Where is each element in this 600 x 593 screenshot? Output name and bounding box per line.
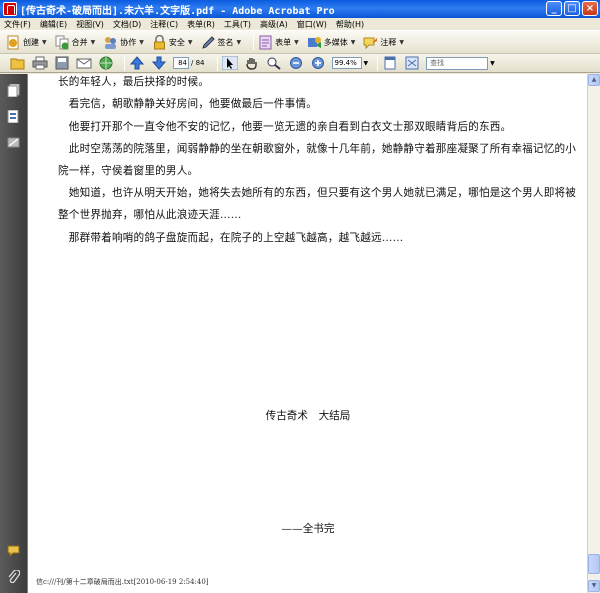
hand-tool-icon[interactable] [244, 56, 260, 70]
attachments-icon[interactable] [7, 569, 21, 584]
comment-icon [363, 35, 378, 50]
email-icon[interactable] [76, 56, 92, 70]
lock-icon [152, 34, 167, 50]
menu-edit[interactable]: 编辑(E) [40, 19, 67, 30]
print-icon[interactable] [32, 56, 48, 70]
chevron-down-icon: ▼ [399, 38, 404, 46]
multimedia-icon [307, 35, 322, 50]
maximize-button[interactable]: □ [564, 1, 580, 16]
sign-label: 签名 [217, 37, 234, 47]
chevron-down-icon: ▼ [350, 38, 356, 46]
toolbar-separator [253, 34, 255, 50]
chevron-down-icon: ▼ [42, 38, 47, 46]
combine-files-icon [55, 35, 70, 50]
menu-document[interactable]: 文档(D) [113, 19, 141, 30]
paragraph-line: 此时空荡荡的院落里，闻弱静静的坐在朝歌窗外，就像十几年前，她静静守着那座凝聚了所… [58, 143, 577, 155]
secure-label: 安全 [168, 37, 185, 47]
find-input[interactable]: 查找 [426, 56, 489, 70]
menu-bar: 文件(F) 编辑(E) 视图(V) 文档(D) 注释(C) 表单(R) 工具(T… [0, 18, 600, 30]
close-button[interactable]: × [582, 1, 598, 16]
pen-icon [201, 35, 216, 50]
pages-icon[interactable] [7, 83, 20, 98]
scroll-down-icon[interactable]: ▼ [588, 580, 600, 592]
full-screen-icon[interactable] [404, 56, 420, 70]
acrobat-app-icon[interactable] [3, 2, 17, 16]
menu-view[interactable]: 视图(V) [76, 19, 104, 30]
menu-help[interactable]: 帮助(H) [336, 19, 364, 30]
signatures-icon[interactable] [7, 136, 20, 149]
document-page[interactable]: 长的年轻人，最后抉择的时候。 看完信，朝歌静静关好房间，他要做最后一件事情。 他… [27, 74, 587, 593]
collaborate-icon [103, 35, 118, 50]
vertical-scrollbar[interactable]: ▲ ▼ [587, 74, 600, 593]
comment-button[interactable]: 注释 ▼ [363, 35, 404, 50]
menu-tools[interactable]: 工具(T) [224, 19, 251, 30]
paragraph-line: 看完信，朝歌静静关好房间，他要做最后一件事情。 [58, 98, 318, 110]
menu-window[interactable]: 窗口(W) [297, 19, 327, 30]
previous-page-icon[interactable] [129, 56, 145, 70]
toolbar-separator [377, 55, 379, 71]
combine-button[interactable]: 合并 ▼ [55, 35, 96, 50]
scroll-thumb[interactable] [588, 554, 600, 574]
multimedia-button[interactable]: 多媒体 ▼ [307, 35, 356, 50]
navigation-panel [0, 74, 27, 593]
navigation-toolbar: 84 / 84 99.4% ▼ 查找 ▼ [0, 54, 600, 73]
menu-advanced[interactable]: 高级(A) [260, 19, 288, 30]
save-icon[interactable] [54, 56, 70, 70]
paragraph-line: 长的年轻人，最后抉择的时候。 [58, 76, 210, 88]
toolbar-separator [216, 55, 218, 71]
forms-label: 表单 [275, 37, 292, 47]
minimize-button[interactable]: _ [546, 1, 562, 16]
next-page-icon[interactable] [151, 56, 167, 70]
menu-comments[interactable]: 注释(C) [150, 19, 178, 30]
scroll-up-icon[interactable]: ▲ [588, 74, 600, 86]
chevron-down-icon: ▼ [90, 38, 96, 46]
ending-title: 传古奇术 大结局 [265, 410, 351, 422]
paragraph-line: 整个世界抛弃，哪怕从此浪迹天涯…… [58, 209, 242, 221]
combine-label: 合并 [71, 37, 88, 47]
form-icon [258, 35, 273, 50]
paragraph-line: 院一样，守侯着窗里的男人。 [58, 165, 199, 177]
comment-label: 注释 [380, 37, 397, 47]
comments-panel-icon[interactable] [7, 544, 20, 558]
chevron-down-icon: ▼ [139, 38, 144, 46]
title-bar[interactable]: [传古奇术-破局而出].未六羊.文字版.pdf - Adobe Acrobat … [0, 0, 600, 18]
secure-button[interactable]: 安全 ▼ [152, 34, 193, 50]
paragraph-line: 他要打开那个一直令他不安的记忆，他要一览无遗的亲自看到白衣文士那双眼睛背后的东西… [58, 121, 512, 133]
forms-button[interactable]: 表单 ▼ [258, 35, 299, 50]
menu-forms[interactable]: 表单(R) [187, 19, 215, 30]
zoom-in-icon[interactable] [310, 56, 326, 70]
sign-button[interactable]: 签名 ▼ [201, 35, 242, 50]
tasks-toolbar: 创建 ▼ 合并 ▼ 协作 ▼ 安全 ▼ 签名 ▼ 表单 ▼ 多媒体 ▼ 注释 ▼ [0, 30, 600, 54]
find-dropdown-icon[interactable]: ▼ [490, 60, 495, 67]
create-pdf-icon [6, 35, 21, 50]
page-footer: 信c:///刊/第十二章破局而出.txt[2010-06-19 2:54:40] [36, 578, 209, 586]
toolbar-separator [124, 55, 125, 71]
ending-mark: ——全书完 [281, 523, 335, 535]
page-number-input[interactable]: 84 [173, 57, 189, 69]
create-button[interactable]: 创建 ▼ [6, 35, 47, 50]
create-label: 创建 [23, 37, 39, 47]
multimedia-label: 多媒体 [323, 37, 348, 47]
window-title: [传古奇术-破局而出].未六羊.文字版.pdf - Adobe Acrobat … [20, 5, 335, 17]
share-globe-icon[interactable] [98, 56, 114, 70]
chevron-down-icon: ▼ [187, 38, 193, 46]
collaborate-label: 协作 [120, 37, 137, 47]
menu-file[interactable]: 文件(F) [4, 19, 31, 30]
zoom-marquee-icon[interactable] [266, 56, 282, 70]
chevron-down-icon: ▼ [294, 38, 299, 46]
open-folder-icon[interactable] [10, 56, 26, 70]
select-cursor-icon[interactable] [221, 55, 238, 71]
paragraph-line: 她知道，也许从明天开始，她将失去她所有的东西，但只要有这个男人她就已满足，哪怕是… [58, 187, 577, 199]
collaborate-button[interactable]: 协作 ▼ [103, 35, 144, 50]
page-total: / 84 [191, 59, 205, 67]
zoom-out-icon[interactable] [288, 56, 304, 70]
bookmarks-icon[interactable] [7, 109, 20, 124]
fit-page-icon[interactable] [382, 56, 398, 70]
zoom-level-input[interactable]: 99.4% [331, 57, 362, 69]
chevron-down-icon: ▼ [236, 38, 242, 46]
zoom-dropdown-icon[interactable]: ▼ [364, 60, 369, 67]
paragraph-line: 那群带着响哨的鸽子盘旋而起，在院子的上空越飞越高，越飞越远…… [58, 232, 404, 244]
